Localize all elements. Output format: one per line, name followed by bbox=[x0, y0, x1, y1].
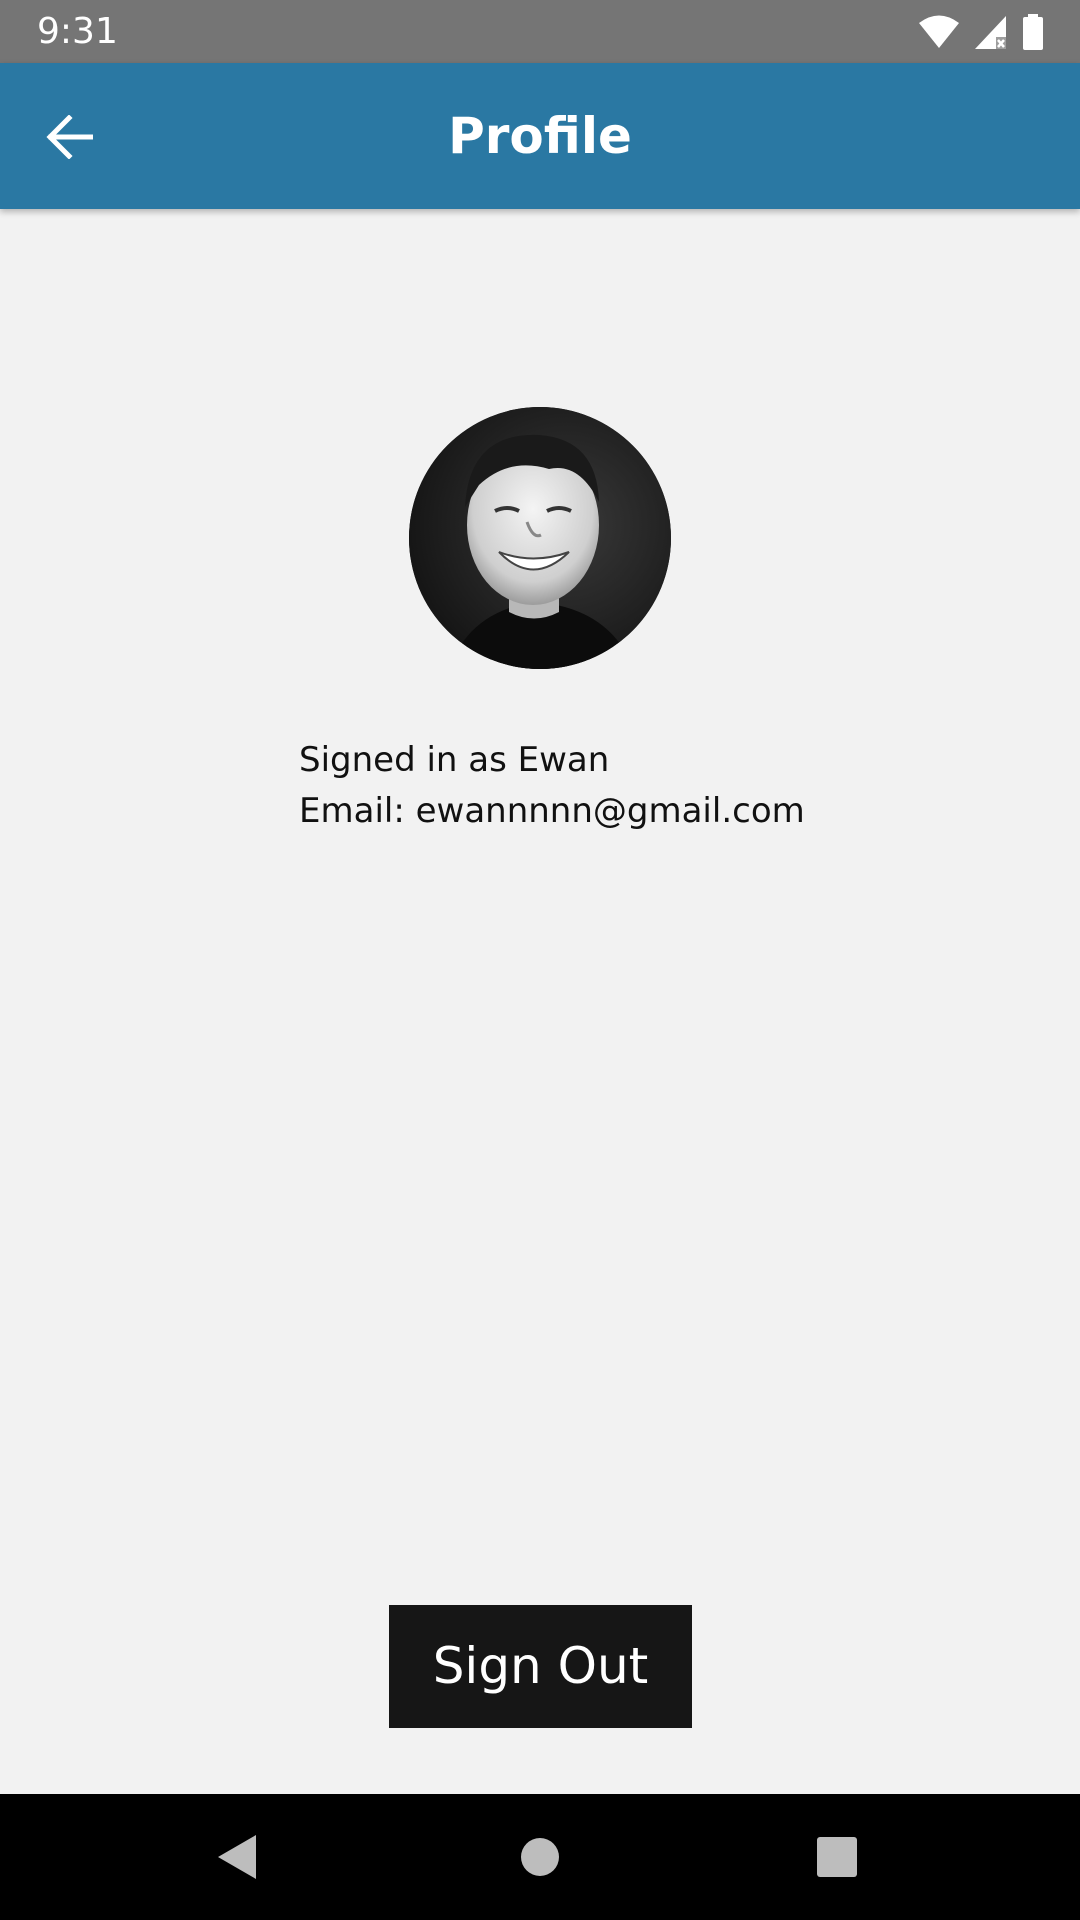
page-title: Profile bbox=[448, 107, 632, 165]
sign-out-button[interactable]: Sign Out bbox=[389, 1605, 692, 1728]
status-icons bbox=[918, 13, 1044, 51]
app-bar: Profile bbox=[0, 63, 1080, 209]
battery-icon bbox=[1023, 14, 1043, 50]
user-avatar-photo bbox=[409, 407, 671, 669]
status-bar: 9:31 bbox=[0, 0, 1080, 63]
avatar bbox=[409, 407, 671, 669]
signed-in-label: Signed in as Ewan bbox=[299, 740, 610, 780]
nav-back-icon bbox=[218, 1835, 256, 1879]
nav-recents-icon bbox=[817, 1837, 857, 1877]
status-time: 9:31 bbox=[37, 11, 118, 52]
arrow-back-icon bbox=[46, 115, 93, 159]
email-label: Email: ewannnnn@gmail.com bbox=[299, 791, 805, 831]
nav-home-icon bbox=[521, 1838, 559, 1876]
profile-info: Signed in as Ewan Email: ewannnnn@gmail.… bbox=[299, 735, 805, 837]
wifi-icon bbox=[919, 15, 959, 48]
nav-home-button[interactable] bbox=[510, 1827, 570, 1887]
nav-recents-button[interactable] bbox=[807, 1827, 867, 1887]
navigation-bar bbox=[0, 1794, 1080, 1920]
signal-icon bbox=[975, 16, 1006, 49]
back-button[interactable] bbox=[36, 107, 102, 167]
nav-back-button[interactable] bbox=[208, 1827, 268, 1887]
